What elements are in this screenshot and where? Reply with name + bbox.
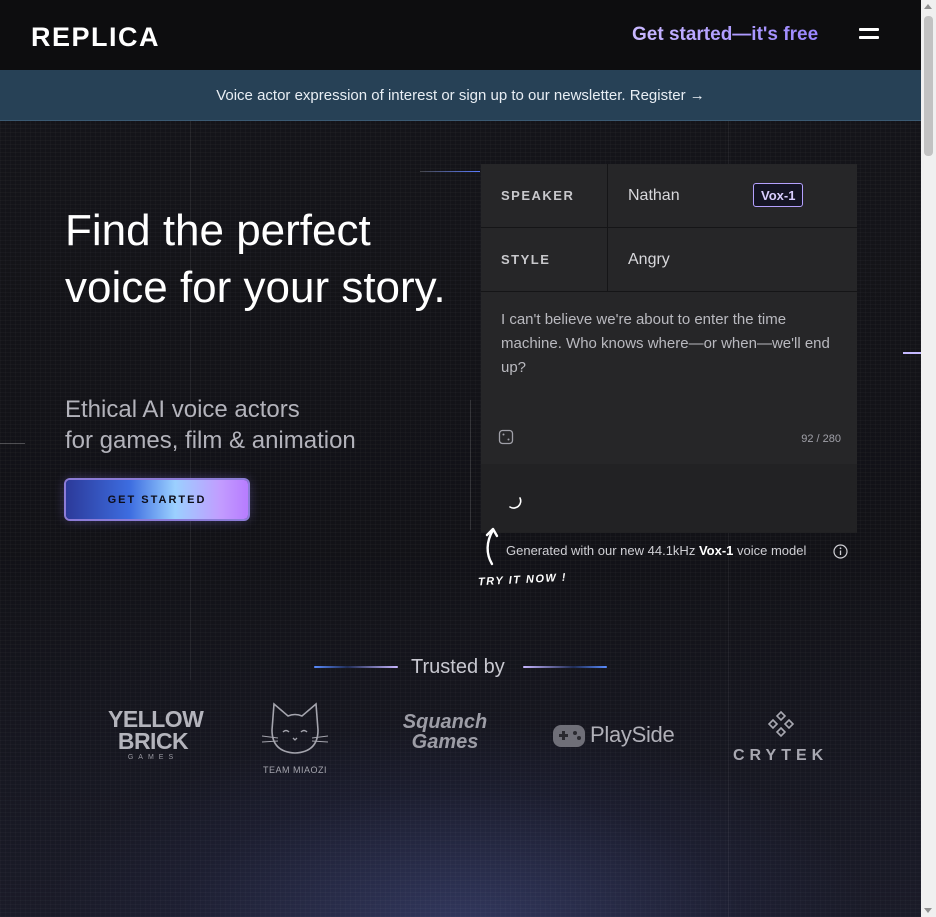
speaker-label: SPEAKER [481, 164, 608, 227]
decor-line [903, 352, 921, 354]
character-counter: 92 / 280 [801, 433, 841, 445]
logo-text: PlaySide [590, 722, 675, 747]
decor-line [0, 443, 25, 444]
hand-drawn-arrow-icon [485, 527, 499, 566]
page: REPLICA Get started—it's free Voice acto… [0, 0, 921, 917]
page-scrollbar[interactable] [921, 0, 936, 917]
script-text[interactable]: I can't believe we're about to enter the… [501, 308, 831, 380]
model-badge: Vox-1 [753, 183, 804, 207]
decor-line [470, 400, 471, 530]
yellow-brick-games-logo: YELLOW BRICK GAMES [108, 706, 204, 764]
logo-text: CRYTEK [733, 747, 829, 764]
randomize-dice-icon[interactable] [498, 429, 514, 445]
cat-icon [261, 702, 329, 754]
speaker-row[interactable]: SPEAKER Nathan Vox-1 [481, 164, 857, 228]
hamburger-menu-icon[interactable] [859, 28, 879, 42]
announcement-banner[interactable]: Voice actor expression of interest or si… [0, 70, 921, 121]
get-started-label: GET STARTED [107, 493, 207, 506]
model-note-suffix: voice model [737, 543, 807, 558]
logo-text: Games [411, 731, 479, 753]
logo-text: TEAM MIAOZI [263, 765, 327, 775]
team-miaozi-logo: TEAM MIAOZI [252, 700, 338, 775]
hero-subtitle-line: Ethical AI voice actors [65, 396, 300, 423]
squanch-games-logo: Squanch Games [400, 712, 490, 752]
brand-logo[interactable]: REPLICA [31, 22, 160, 53]
logo-text: Squanch [402, 711, 488, 733]
loading-spinner-icon [509, 497, 522, 509]
hero-title: Find the perfect voice for your story. [65, 206, 446, 312]
audio-player[interactable] [481, 464, 857, 533]
voice-demo-panel: SPEAKER Nathan Vox-1 STYLE Angry I can't… [481, 164, 857, 533]
model-note-prefix: Generated with our new 44.1kHz [506, 543, 696, 558]
crytek-diamond-icon [767, 710, 794, 738]
scroll-down-arrow-icon[interactable] [924, 908, 932, 913]
crytek-logo: CRYTEK [733, 710, 828, 765]
logo-text: BRICK [117, 728, 189, 754]
hero-subtitle: Ethical AI voice actors for games, film … [65, 394, 445, 456]
scroll-up-arrow-icon[interactable] [924, 4, 932, 9]
scroll-thumb[interactable] [924, 16, 933, 156]
model-note: Generated with our new 44.1kHz Vox-1 voi… [506, 543, 806, 558]
script-textarea[interactable]: I can't believe we're about to enter the… [481, 292, 857, 464]
get-started-link[interactable]: Get started—it's free [632, 24, 818, 46]
hero-subtitle-line: for games, film & animation [65, 427, 356, 454]
style-value[interactable]: Angry [628, 228, 670, 291]
site-header: REPLICA Get started—it's free [0, 0, 921, 70]
decor-line [314, 666, 398, 668]
model-note-model: Vox-1 [698, 543, 734, 558]
try-it-now-label: TRY IT NOW ! [477, 571, 568, 589]
style-row[interactable]: STYLE Angry [481, 228, 857, 292]
style-label: STYLE [481, 228, 608, 291]
gamepad-icon [553, 725, 585, 747]
trusted-by-heading: Trusted by [411, 656, 505, 678]
speaker-value[interactable]: Nathan [628, 164, 680, 227]
info-icon[interactable] [833, 544, 848, 559]
get-started-button[interactable]: GET STARTED [66, 480, 248, 519]
decor-line [523, 666, 607, 668]
banner-text[interactable]: Voice actor expression of interest or si… [216, 87, 705, 104]
logo-text: YELLOW [108, 706, 204, 732]
decor-line [420, 171, 480, 172]
